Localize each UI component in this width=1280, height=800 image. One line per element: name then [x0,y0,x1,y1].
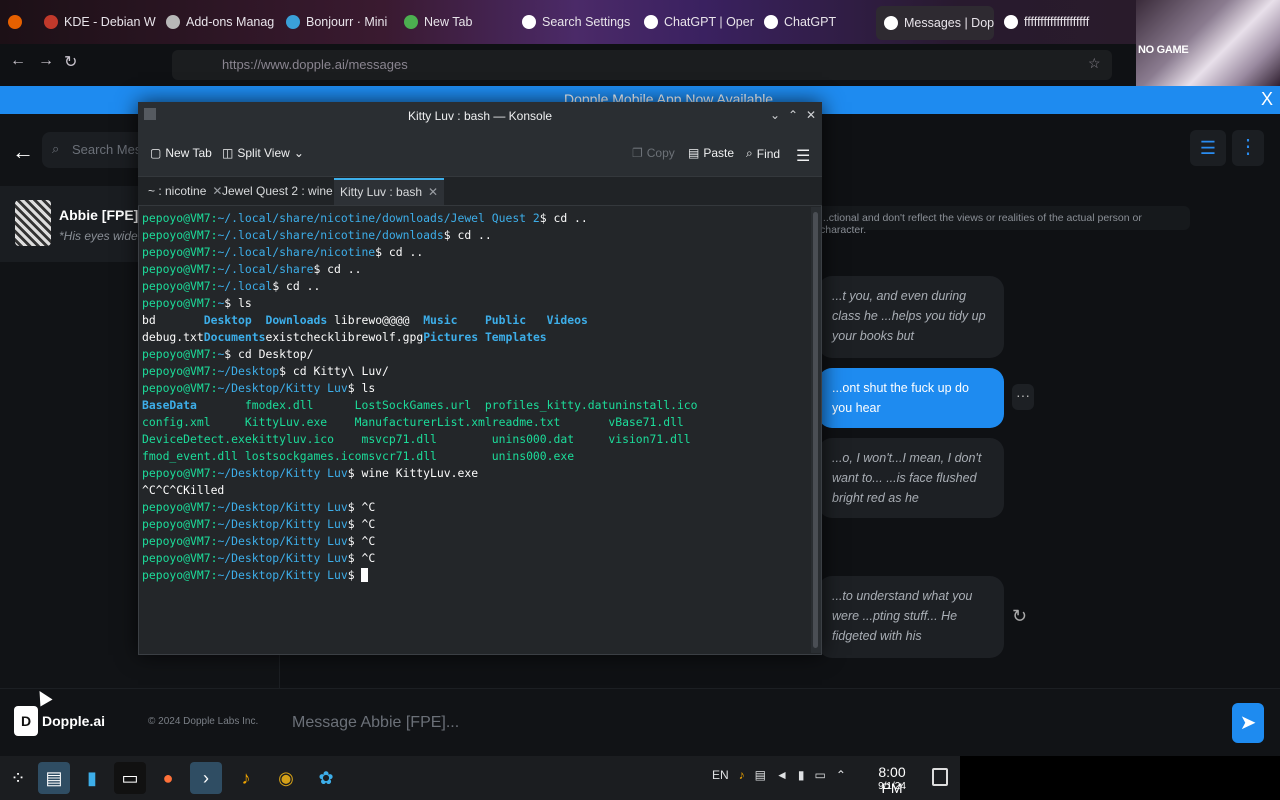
banner-close-button[interactable]: X [1261,89,1273,110]
clock-date[interactable]: 9/1/24 [868,781,916,792]
maximize-icon[interactable]: ⌃ [788,108,798,122]
tab-favicon-icon [644,15,658,29]
tab-label: KDE - Debian W [64,15,156,29]
language-indicator[interactable]: EN [712,768,729,782]
dopple-logo-icon: D [14,706,38,736]
split-view-icon: ◫ [222,146,234,160]
new-tab-button[interactable]: ▢ New Tab [150,146,212,160]
window-menu-icon[interactable]: ⌄ [770,108,780,122]
tab-label: Messages | Dop [904,16,994,30]
copyright: © 2024 Dopple Labs Inc. [148,716,259,727]
volume-icon[interactable]: ◄ [776,768,788,782]
disclaimer-text: ...ctional and don't reflect the views o… [810,206,1190,236]
browser-tab[interactable]: ChatGPT [756,4,874,40]
battery-icon[interactable]: ▮ [798,768,805,782]
chevron-down-icon: ⌄ [293,146,304,160]
taskbar-blank-area [960,756,1280,800]
browser-tab[interactable]: Bonjourr · Mini [278,4,394,40]
back-arrow-icon[interactable]: ← [12,139,34,165]
forward-arrow-icon[interactable]: → [38,52,54,70]
scrollbar-thumb[interactable] [813,212,818,648]
logo-text: Dopple.ai [42,713,106,729]
tab-favicon-icon [404,15,418,29]
send-button[interactable]: ➤ [1232,703,1264,743]
show-desktop-icon[interactable] [932,768,948,786]
task-manager-icon[interactable]: ▤ [38,762,70,794]
tab-favicon-icon [1004,15,1018,29]
bookmark-star-icon[interactable]: ☆ [1088,55,1101,72]
browser-tab[interactable]: KDE - Debian W [36,4,156,40]
reload-icon[interactable]: ↻ [64,52,77,72]
paste-icon: ▤ [688,146,700,160]
back-arrow-icon[interactable]: ← [10,52,26,70]
regenerate-icon[interactable]: ↻ [1012,606,1027,627]
message-placeholder: Message Abbie [FPE]... [292,714,460,731]
browser-tab[interactable]: ffffffffffffffffffff [996,4,1112,40]
url-text[interactable]: https://www.dopple.ai/messages [222,57,408,72]
hamburger-menu-icon[interactable]: ☰ [796,146,810,166]
search-icon: ⌕ [52,141,60,156]
browser-tab[interactable]: Add-ons Manag [158,4,276,40]
tab-label: ffffffffffffffffffff [1024,15,1090,29]
avatar [15,200,51,246]
chat-name: Abbie [FPE] [59,207,139,223]
bot-message: ...t you, and even during class he ...he… [818,276,1004,358]
firefox-menu-icon[interactable] [0,4,34,40]
konsole-tab-active[interactable]: Kitty Luv : bash ✕ [334,178,445,205]
tray-expand-icon[interactable]: ⌃ [836,768,846,782]
konsole-icon[interactable]: › [190,762,222,794]
konsole-app-icon [144,108,156,120]
copy-button[interactable]: ❐ Copy [632,146,675,160]
tab-label: Search Settings [542,15,631,29]
tab-label: New Tab [424,15,473,29]
browser-tab[interactable]: Messages | Dop [876,6,994,40]
file-manager-icon[interactable]: ▮ [76,762,108,794]
tab-favicon-icon [522,15,536,29]
network-icon[interactable]: ▭ [815,768,826,782]
close-icon[interactable]: ✕ [806,108,816,122]
game-icon[interactable]: ◉ [270,762,302,794]
browser-tab[interactable]: ChatGPT | Oper [636,4,754,40]
firefox-icon[interactable]: ● [152,762,184,794]
tab-label: ChatGPT [784,15,837,29]
tab-favicon-icon [166,15,180,29]
anime-label: NO GAME [1138,44,1189,56]
nicotine-icon[interactable]: ♪ [230,762,262,794]
user-message: ...ont shut the fuck up do you hear [818,368,1004,428]
paste-button[interactable]: ▤ Paste [688,146,734,160]
browser-tab[interactable]: New Tab [396,4,512,40]
settings-sliders-button[interactable]: ☰ [1190,130,1226,166]
more-options-button[interactable]: ⋮ [1232,130,1264,166]
find-button[interactable]: ⌕ Find [746,146,780,161]
bot-message: ...o, I won't...I mean, I don't want to.… [818,438,1004,518]
search-icon: ⌕ [746,146,753,160]
close-tab-icon[interactable]: ✕ [428,180,438,205]
browser-tab[interactable]: Search Settings [514,4,634,40]
copy-icon: ❐ [632,146,643,160]
system-tray: EN ♪ ▤ ◄ ▮ ▭ ⌃ [712,768,846,782]
tab-favicon-icon [286,15,300,29]
terminal-output[interactable]: pepoyo@VM7:~/.local/share/nicotine/downl… [139,207,811,653]
konsole-title: Kitty Luv : bash — Konsole [138,102,822,130]
tab-label: ChatGPT | Oper [664,15,754,29]
nicotine-tray-icon[interactable]: ♪ [739,768,745,782]
app-launcher-icon[interactable]: ⁘ [2,762,34,794]
tab-favicon-icon [44,15,58,29]
anime-decoration-image [1136,0,1280,86]
terminal-window-icon[interactable]: ▭ [114,762,146,794]
split-view-button[interactable]: ◫ Split View ⌄ [222,146,304,160]
tab-favicon-icon [764,15,778,29]
tab-label: Bonjourr · Mini [306,15,388,29]
new-tab-icon: ▢ [150,146,162,160]
wine-icon[interactable]: ✿ [310,762,342,794]
tab-favicon-icon [884,16,898,30]
bot-message: ...to understand what you were ...pting … [818,576,1004,658]
message-options-button[interactable]: ··· [1012,384,1034,410]
tab-label: Add-ons Manag [186,15,275,29]
clipboard-icon[interactable]: ▤ [755,768,766,782]
